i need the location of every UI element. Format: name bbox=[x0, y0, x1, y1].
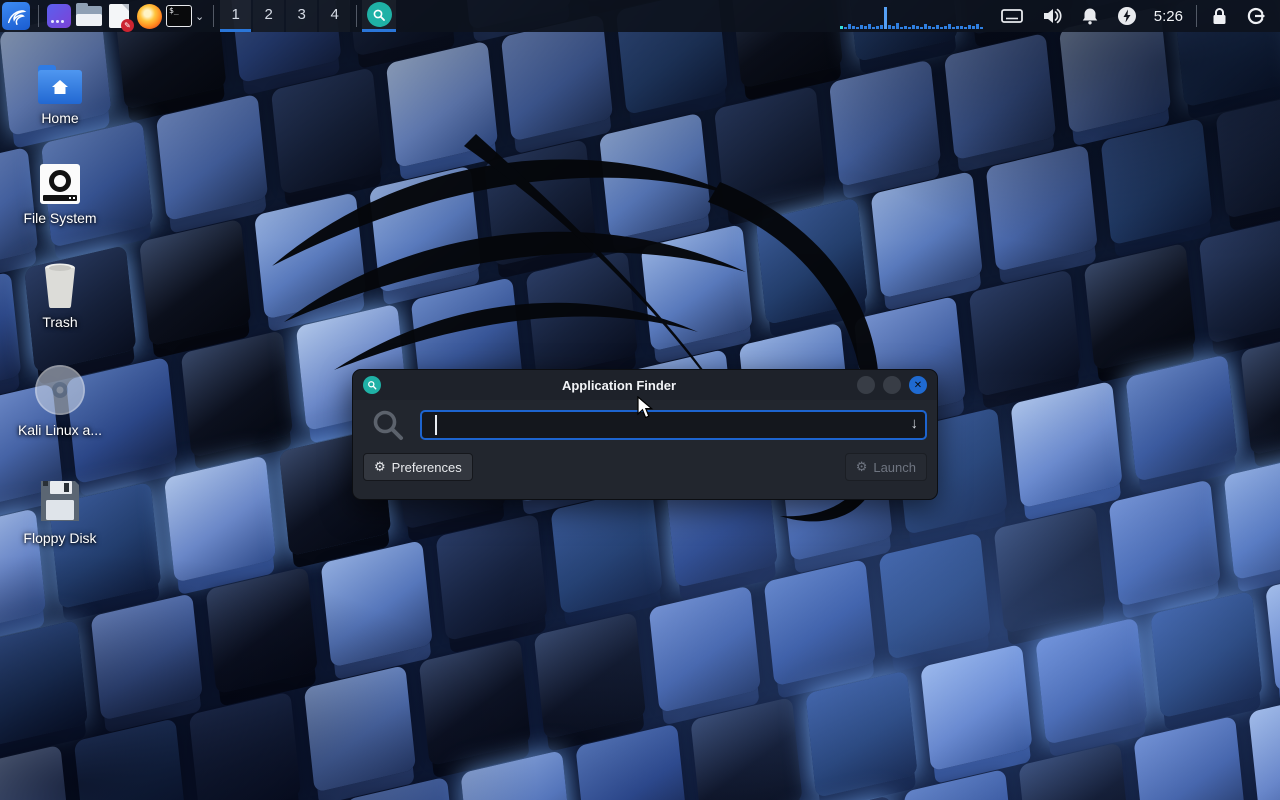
desktop-icon-floppy-disk[interactable]: Floppy Disk bbox=[4, 478, 116, 546]
volume-icon[interactable] bbox=[1041, 7, 1063, 25]
launch-gear-icon: ⚙ bbox=[856, 459, 868, 475]
clock[interactable]: 5:26 bbox=[1154, 8, 1183, 25]
maximize-button[interactable] bbox=[883, 376, 901, 394]
panel-separator bbox=[1196, 5, 1197, 27]
home-folder-icon bbox=[38, 58, 82, 104]
network-monitor-graph[interactable] bbox=[840, 3, 982, 29]
taskbar: ✎ $_ ⌄ 1 2 3 4 bbox=[0, 0, 1280, 32]
trash-icon bbox=[39, 262, 81, 308]
launcher-file-manager[interactable] bbox=[74, 1, 104, 31]
launch-button[interactable]: ⚙ Launch bbox=[845, 453, 927, 481]
lock-screen-icon[interactable] bbox=[1211, 7, 1228, 25]
panel-separator bbox=[356, 5, 357, 27]
close-button[interactable]: ✕ bbox=[909, 376, 927, 394]
notifications-bell-icon[interactable] bbox=[1081, 7, 1099, 25]
workspace-button-3[interactable]: 3 bbox=[286, 0, 317, 32]
terminal-icon: $_ bbox=[166, 5, 192, 27]
file-manager-icon bbox=[76, 6, 102, 26]
desktop-icon-trash[interactable]: Trash bbox=[4, 262, 116, 330]
mouse-cursor bbox=[637, 396, 655, 420]
desktop-icon-label: Home bbox=[41, 110, 78, 126]
minimize-button[interactable] bbox=[857, 376, 875, 394]
workspace-button-2[interactable]: 2 bbox=[253, 0, 284, 32]
kali-logo-icon bbox=[5, 5, 27, 27]
taskbar-window-appfinder[interactable] bbox=[362, 0, 396, 32]
launcher-web-browser[interactable] bbox=[134, 1, 164, 31]
dropdown-arrow-icon[interactable]: ↓ bbox=[911, 415, 919, 432]
app-window-icon bbox=[47, 4, 71, 28]
panel-separator bbox=[213, 5, 214, 27]
preferences-button[interactable]: ⚙ Preferences bbox=[363, 453, 473, 481]
desktop-icon-label: Kali Linux a... bbox=[18, 422, 102, 438]
desktop-icon-kali-disc[interactable]: Kali Linux a... bbox=[4, 370, 116, 438]
application-finder-icon bbox=[367, 2, 392, 27]
applications-menu-button[interactable] bbox=[2, 2, 30, 30]
desktop-icon-label: File System bbox=[23, 210, 96, 226]
launcher-app-window[interactable] bbox=[44, 1, 74, 31]
workspace-button-1[interactable]: 1 bbox=[220, 0, 251, 32]
logout-icon[interactable] bbox=[1246, 6, 1266, 26]
gear-icon: ⚙ bbox=[374, 459, 386, 475]
text-caret bbox=[435, 415, 437, 435]
desktop-icon-label: Trash bbox=[42, 314, 77, 330]
application-finder-window: Application Finder ✕ ↓ ⚙ Preferences bbox=[352, 369, 938, 500]
desktop-icon-label: Floppy Disk bbox=[23, 530, 96, 546]
window-title: Application Finder bbox=[381, 378, 857, 393]
desktop-screen: ✎ $_ ⌄ 1 2 3 4 bbox=[0, 0, 1280, 800]
taskbar-right: 5:26 bbox=[840, 0, 1280, 32]
keyboard-tray-icon[interactable] bbox=[1001, 7, 1023, 25]
launcher-terminal[interactable]: $_ bbox=[164, 1, 194, 31]
panel-separator bbox=[38, 5, 39, 27]
floppy-icon bbox=[38, 478, 82, 524]
application-finder-icon bbox=[363, 376, 381, 394]
preferences-label: Preferences bbox=[392, 460, 462, 475]
workspace-button-4[interactable]: 4 bbox=[319, 0, 350, 32]
drive-icon bbox=[40, 158, 80, 204]
launcher-text-editor[interactable]: ✎ bbox=[104, 1, 134, 31]
desktop-icon-file-system[interactable]: File System bbox=[4, 158, 116, 226]
desktop-icon-home[interactable]: Home bbox=[4, 58, 116, 126]
launch-label: Launch bbox=[873, 460, 916, 475]
power-manager-icon[interactable] bbox=[1117, 6, 1137, 26]
search-icon bbox=[371, 408, 405, 442]
text-editor-icon: ✎ bbox=[109, 4, 129, 28]
taskbar-left: ✎ $_ ⌄ 1 2 3 4 bbox=[0, 0, 396, 32]
firefox-icon bbox=[137, 4, 162, 29]
terminal-dropdown-chevron-icon[interactable]: ⌄ bbox=[195, 10, 204, 23]
search-input[interactable] bbox=[420, 410, 927, 440]
disc-icon bbox=[34, 370, 86, 416]
